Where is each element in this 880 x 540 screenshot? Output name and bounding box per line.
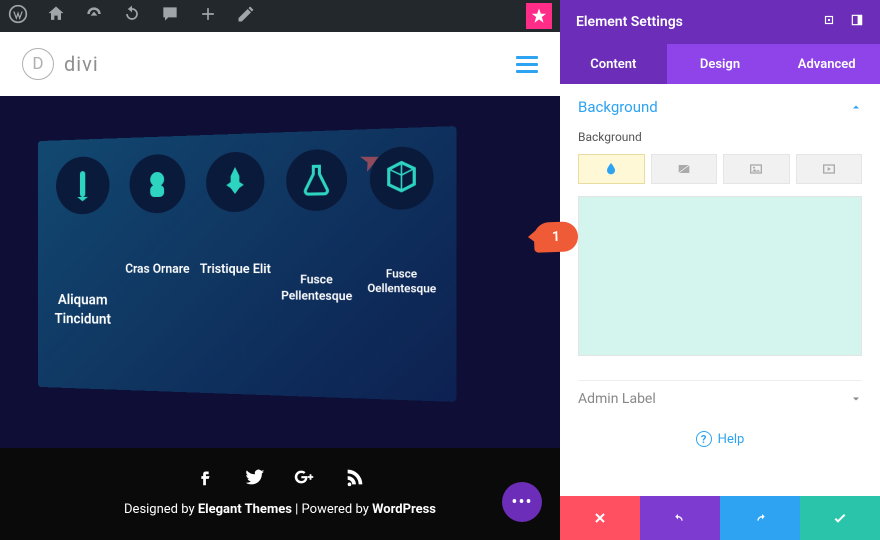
- wp-admin-bar: [0, 0, 560, 32]
- carousel-item[interactable]: Cras Ornare: [123, 153, 192, 278]
- astronaut-icon: [130, 154, 186, 214]
- carousel-item-title: Aliquam Tincidunt: [50, 291, 116, 329]
- carousel-item[interactable]: Fusce Oellentesque: [363, 146, 442, 298]
- save-button[interactable]: [800, 496, 880, 540]
- panel-title: Element Settings: [576, 14, 683, 30]
- facebook-icon[interactable]: [194, 466, 216, 492]
- undo-button[interactable]: [640, 496, 720, 540]
- carousel-item[interactable]: Aliquam Tincidunt: [50, 156, 116, 329]
- rss-icon[interactable]: [344, 466, 366, 492]
- tab-design[interactable]: Design: [667, 44, 774, 84]
- pencil-icon[interactable]: [236, 4, 256, 28]
- bg-tab-color[interactable]: [578, 154, 645, 184]
- redo-button[interactable]: [720, 496, 800, 540]
- color-swatch[interactable]: [578, 196, 862, 356]
- carousel-item[interactable]: Fusce Pellentesque: [279, 148, 354, 304]
- hero-section: ➤ Aliquam Tincidunt Cras Ornare Tristiqu…: [0, 96, 560, 416]
- cube-icon: [370, 146, 434, 210]
- logo-text: divi: [64, 52, 99, 76]
- site-footer: Designed by Elegant Themes | Powered by …: [0, 448, 560, 540]
- chevron-down-icon: [850, 393, 862, 405]
- section-admin-label[interactable]: Admin Label: [578, 380, 862, 417]
- panel-content: Background Background Admin Label ? Help: [560, 84, 880, 496]
- gauge-icon[interactable]: [84, 4, 104, 28]
- plus-icon[interactable]: [198, 4, 218, 28]
- background-type-tabs: [578, 154, 862, 184]
- panel-header: Element Settings: [560, 0, 880, 44]
- tab-advanced[interactable]: Advanced: [773, 44, 880, 84]
- carousel-item-title: Cras Ornare: [123, 262, 192, 279]
- step-pointer: 1: [533, 221, 578, 253]
- shuttle-icon: [206, 151, 264, 212]
- wordpress-icon[interactable]: [8, 4, 28, 28]
- site-logo[interactable]: D divi: [22, 48, 99, 80]
- logo-mark: D: [22, 48, 54, 80]
- divi-star-icon[interactable]: [526, 3, 552, 29]
- section-background[interactable]: Background: [578, 98, 862, 116]
- panel-actions: [560, 496, 880, 540]
- expand-icon[interactable]: [822, 13, 836, 31]
- tab-content[interactable]: Content: [560, 44, 667, 84]
- carousel-item-title: Fusce Oellentesque: [363, 267, 442, 297]
- refresh-icon[interactable]: [122, 4, 142, 28]
- settings-tabs: Content Design Advanced: [560, 44, 880, 84]
- help-link[interactable]: ? Help: [578, 417, 862, 461]
- bg-tab-gradient[interactable]: [651, 154, 718, 184]
- background-label: Background: [578, 130, 862, 144]
- googleplus-icon[interactable]: [294, 466, 316, 492]
- bg-tab-image[interactable]: [723, 154, 790, 184]
- chevron-up-icon: [850, 101, 862, 113]
- menu-toggle[interactable]: [516, 56, 538, 73]
- dock-icon[interactable]: [850, 13, 864, 31]
- rocket-icon: [56, 156, 109, 215]
- carousel-item-title: Tristique Elit: [199, 262, 271, 279]
- footer-credit: Designed by Elegant Themes | Powered by …: [0, 502, 560, 517]
- comment-icon[interactable]: [160, 4, 180, 28]
- home-icon[interactable]: [46, 4, 66, 28]
- carousel-panel: Aliquam Tincidunt Cras Ornare Tristique …: [38, 126, 457, 402]
- site-header: D divi: [0, 32, 560, 96]
- carousel-item[interactable]: Tristique Elit: [199, 151, 271, 279]
- flask-icon: [286, 149, 347, 212]
- carousel-item-title: Fusce Pellentesque: [279, 272, 354, 304]
- divi-fab[interactable]: •••: [502, 482, 542, 522]
- help-icon: ?: [696, 431, 712, 447]
- twitter-icon[interactable]: [244, 466, 266, 492]
- bg-tab-video[interactable]: [796, 154, 863, 184]
- delete-button[interactable]: [560, 496, 640, 540]
